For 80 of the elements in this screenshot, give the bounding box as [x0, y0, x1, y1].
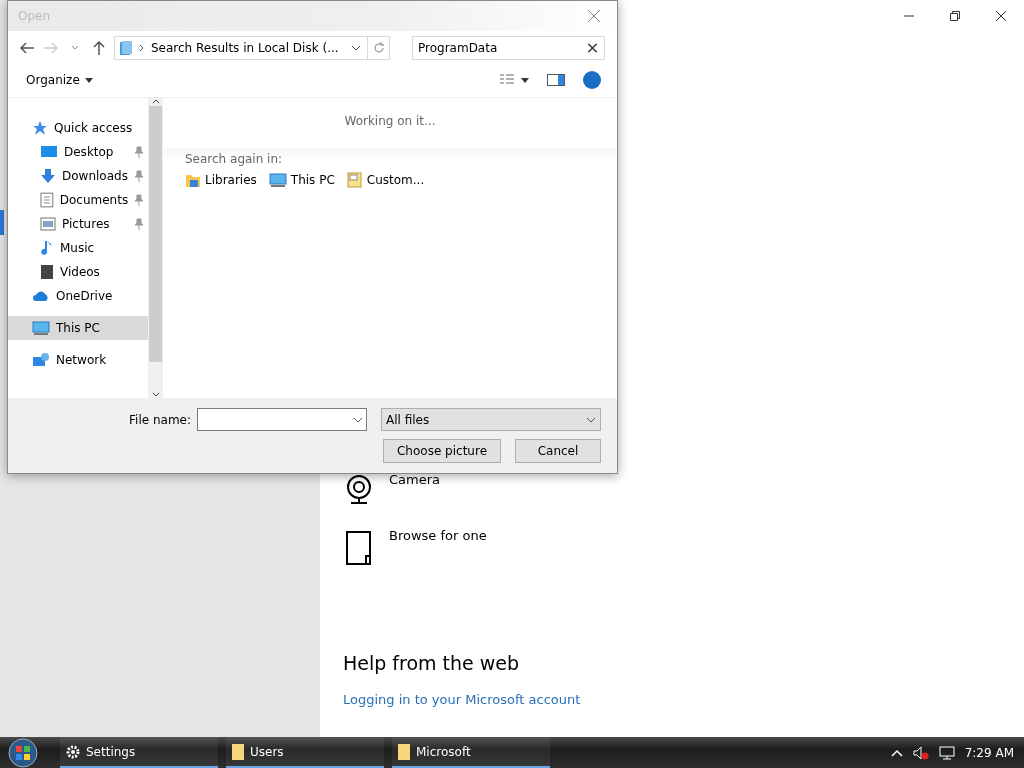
nav-item[interactable]: Pictures: [8, 212, 148, 236]
status-text: Working on it...: [343, 113, 437, 130]
search-location-link[interactable]: Custom...: [346, 172, 425, 188]
details-view-icon: [499, 73, 529, 87]
chevron-down-icon: [71, 45, 79, 51]
help-button[interactable]: [581, 71, 603, 89]
chevron-down-icon: [151, 392, 160, 398]
nav-item[interactable]: Quick access: [8, 116, 148, 140]
pin-icon: [134, 170, 144, 182]
cloud-icon: [32, 290, 50, 302]
cancel-button[interactable]: Cancel: [515, 439, 601, 463]
option-label[interactable]: Browse for one: [389, 528, 487, 543]
search-again-label: Search again in:: [185, 152, 284, 166]
search-location-link[interactable]: This PC: [268, 172, 335, 188]
close-icon: [588, 10, 600, 22]
download-arrow-icon: [40, 168, 56, 184]
taskbar-button[interactable]: Users: [226, 737, 384, 768]
file-name-field[interactable]: [197, 408, 367, 431]
clear-icon: [588, 43, 597, 53]
pin-icon: [134, 194, 144, 206]
nav-item[interactable]: OneDrive: [8, 284, 148, 308]
nav-item[interactable]: Desktop: [8, 140, 148, 164]
folder-icon: [232, 743, 244, 760]
chevron-right-icon: [139, 44, 145, 52]
search-field[interactable]: ProgramData: [412, 36, 605, 60]
start-orb-icon: [8, 737, 38, 768]
close-icon: [996, 11, 1006, 21]
caret-icon: [84, 77, 93, 83]
option-label[interactable]: Camera: [389, 472, 441, 487]
network-icon: [938, 745, 955, 760]
music-note-icon: [40, 240, 54, 256]
field-label: File name:: [129, 412, 191, 427]
clock: 7:29 AM: [964, 745, 1014, 760]
pin-icon: [134, 146, 144, 158]
image-icon: [40, 217, 56, 231]
section-heading: Help from the web: [343, 652, 521, 674]
nav-item[interactable]: Documents: [8, 188, 148, 212]
nav-item[interactable]: Videos: [8, 260, 148, 284]
left-arrow-icon: [20, 42, 34, 54]
scrollbar[interactable]: [148, 98, 163, 398]
nav-item[interactable]: Downloads: [8, 164, 148, 188]
restore-icon: [950, 11, 960, 21]
help-link[interactable]: Logging in to your Microsoft account: [343, 692, 581, 707]
pin-icon: [134, 218, 144, 230]
chevron-down-icon: [351, 45, 361, 51]
network-icon: [32, 352, 50, 368]
right-arrow-icon: [44, 42, 58, 54]
preview-pane-icon: [547, 74, 565, 86]
computer-icon: [32, 321, 50, 335]
chevron-down-icon: [586, 416, 596, 423]
folder-icon: [398, 743, 410, 760]
chevron-up-icon: [890, 748, 903, 757]
monitor-icon: [40, 145, 58, 159]
chevron-down-icon: [353, 416, 363, 423]
computer-icon: [268, 173, 287, 187]
taskbar-button[interactable]: Settings: [60, 737, 218, 768]
back-button[interactable]: [18, 42, 36, 54]
nav-item[interactable]: Music: [8, 236, 148, 260]
search-location-link[interactable]: Libraries: [185, 172, 257, 188]
up-arrow-icon: [93, 41, 105, 55]
folder-icon: [185, 172, 201, 188]
taskbar-button[interactable]: Microsoft: [392, 737, 550, 768]
organize-button[interactable]: Organize: [26, 73, 93, 87]
nav-item[interactable]: Network: [8, 348, 148, 372]
selection-indicator: [0, 210, 4, 235]
gear-icon: [66, 744, 80, 759]
star-icon: [32, 120, 48, 136]
film-icon: [40, 264, 54, 280]
refresh-icon: [372, 42, 385, 54]
view-button[interactable]: [497, 73, 531, 87]
document-icon: [40, 192, 54, 208]
search-folder-icon: [119, 40, 133, 56]
speaker-muted-icon: [912, 745, 929, 760]
help-icon: [583, 71, 601, 89]
chevron-up-icon: [151, 98, 160, 104]
nav-item[interactable]: This PC: [8, 316, 148, 340]
address-bar[interactable]: Search Results in Local Disk (...: [114, 36, 390, 60]
choose-button[interactable]: Choose picture: [383, 439, 501, 463]
file-type-select[interactable]: All files: [381, 408, 601, 431]
folder-icon: [346, 172, 363, 188]
